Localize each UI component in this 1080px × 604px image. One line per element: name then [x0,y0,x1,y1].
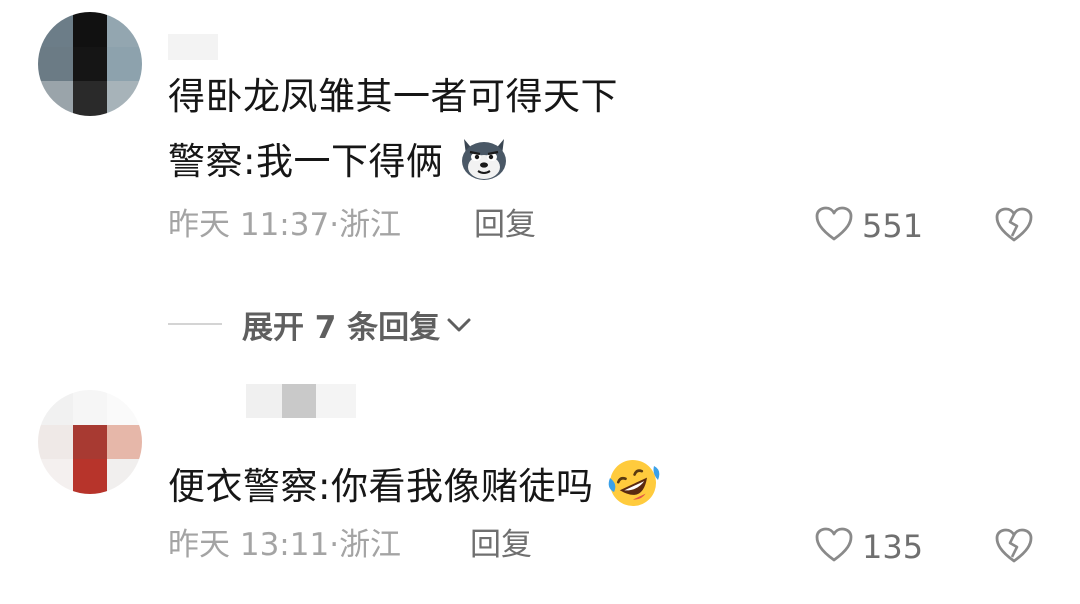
comment-meta: 昨天 11:37·浙江 [168,207,402,243]
comment-time: 昨天 11:37 [168,207,330,243]
husky-dog-emoji [456,133,512,194]
comment-location: 浙江 [339,207,402,243]
chevron-down-icon [446,306,472,342]
heart-outline-icon [814,526,854,568]
reply-button[interactable]: 回复 [470,525,532,565]
like-button[interactable]: 135 [814,526,923,568]
comment-item: 便衣警察:你看我像赌徒吗 昨天 13:11·浙江 回复 135 [0,370,1080,604]
like-button[interactable]: 551 [814,205,923,247]
like-count: 551 [862,207,924,245]
dislike-button[interactable] [994,527,1034,569]
rolling-on-floor-laughing-emoji [606,456,660,521]
username-blurred[interactable] [168,34,218,60]
comment-meta: 昨天 13:11·浙江 [168,527,402,563]
broken-heart-icon [994,207,1034,248]
comment-time: 昨天 13:11 [168,527,330,563]
expand-replies-row: 展开 7 条回复 [168,302,472,347]
comment-location: 浙江 [339,527,402,563]
comment-text-line: 便衣警察:你看我像赌徒吗 [168,456,660,521]
expand-replies-button[interactable]: 展开 7 条回复 [242,302,472,347]
heart-outline-icon [814,205,854,247]
username-blurred[interactable] [246,384,356,418]
dislike-button[interactable] [994,206,1034,248]
comment-text-line: 得卧龙凤雏其一者可得天下 [168,75,618,118]
avatar[interactable] [38,12,142,116]
reply-button[interactable]: 回复 [474,205,536,245]
comment-item: 得卧龙凤雏其一者可得天下 警察:我一下得俩 昨天 11:37·浙江 回复 551 [0,0,1080,300]
avatar[interactable] [38,390,142,494]
like-count: 135 [862,528,924,566]
broken-heart-icon [994,528,1034,569]
divider [168,323,222,325]
comment-text-line: 警察:我一下得俩 [168,133,512,194]
